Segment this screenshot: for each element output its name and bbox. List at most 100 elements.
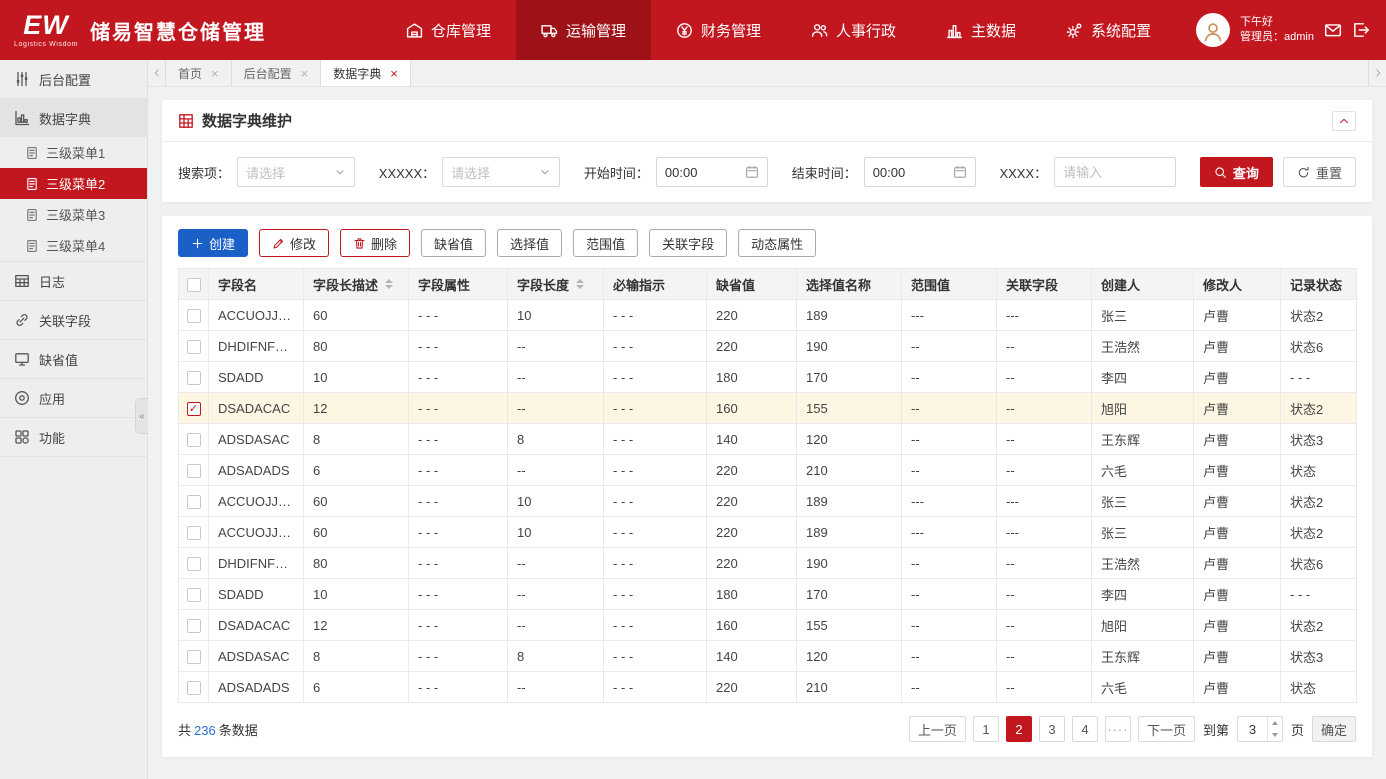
- row-checkbox[interactable]: [187, 340, 201, 354]
- table-row[interactable]: ADSADADS6- - ---- - -220210----六毛卢曹状态: [179, 455, 1357, 486]
- nav-item-0[interactable]: 仓库管理: [381, 0, 516, 60]
- sidebar-subitem-1-0[interactable]: 三级菜单1: [0, 137, 147, 168]
- sidebar-item-0[interactable]: 后台配置: [0, 60, 147, 98]
- page-button-4[interactable]: 4: [1072, 716, 1098, 742]
- table-row[interactable]: ADSADADS6- - ---- - -220210----六毛卢曹状态: [179, 672, 1357, 703]
- confirm-button[interactable]: 确定: [1312, 716, 1356, 742]
- related-field-button[interactable]: 关联字段: [649, 229, 727, 257]
- reset-button[interactable]: 重置: [1283, 157, 1356, 187]
- table-row[interactable]: ADSDASAC8- - -8- - -140120----王东辉卢曹状态3: [179, 641, 1357, 672]
- stepper-down-icon[interactable]: [1268, 729, 1282, 741]
- tabs-scroll-left-button[interactable]: [148, 60, 166, 86]
- col-length[interactable]: 字段长度: [508, 269, 604, 300]
- tabs-scroll-right-button[interactable]: [1368, 60, 1386, 86]
- create-button[interactable]: 创建: [178, 229, 248, 257]
- sort-icon[interactable]: [385, 279, 393, 289]
- range-value-button[interactable]: 范围值: [573, 229, 638, 257]
- tab-2[interactable]: 数据字典×: [321, 60, 411, 86]
- table-row[interactable]: DSADACAC12- - ---- - -160155----旭阳卢曹状态2: [179, 610, 1357, 641]
- sidebar-item-4[interactable]: 缺省值: [0, 340, 147, 378]
- delete-button[interactable]: 删除: [340, 229, 410, 257]
- masterdata-icon: [946, 22, 963, 39]
- column-label: 字段长度: [517, 275, 569, 294]
- tab-label: 后台配置: [244, 65, 292, 82]
- toolbar-button-label: 缺省值: [434, 234, 473, 253]
- stepper-up-icon[interactable]: [1268, 717, 1282, 729]
- sidebar-item-5[interactable]: 应用: [0, 379, 147, 417]
- panel-collapse-button[interactable]: [1332, 111, 1356, 131]
- avatar[interactable]: [1196, 13, 1230, 47]
- tab-1[interactable]: 后台配置 ×: [232, 60, 322, 86]
- sidebar-subitem-1-3[interactable]: 三级菜单4: [0, 230, 147, 261]
- sidebar-item-label: 日志: [39, 272, 65, 291]
- sidebar-item-3[interactable]: 关联字段: [0, 301, 147, 339]
- prev-page-button[interactable]: 上一页: [909, 716, 966, 742]
- tab-0[interactable]: 首页×: [166, 60, 232, 86]
- mail-icon[interactable]: [1324, 21, 1342, 39]
- sidebar-item-1[interactable]: 数据字典: [0, 99, 147, 137]
- row-checkbox[interactable]: [187, 557, 201, 571]
- sidebar-item-6[interactable]: 功能: [0, 418, 147, 456]
- cell-field_name: SDADD: [209, 579, 304, 610]
- row-checkbox[interactable]: [187, 588, 201, 602]
- xxxx-input[interactable]: [1054, 157, 1176, 187]
- sidebar-item-label: 关联字段: [39, 311, 91, 330]
- page-ellipsis[interactable]: ····: [1105, 716, 1131, 742]
- row-checkbox[interactable]: [187, 619, 201, 633]
- nav-item-3[interactable]: 人事行政: [786, 0, 921, 60]
- table-row[interactable]: ACCUOJJDJN60- - -10- - -220189------张三卢曹…: [179, 300, 1357, 331]
- page-button-1[interactable]: 1: [973, 716, 999, 742]
- cell-range_value: --: [902, 424, 997, 455]
- col-length_desc[interactable]: 字段长描述: [304, 269, 409, 300]
- table-row[interactable]: ADSDASAC8- - -8- - -140120----王东辉卢曹状态3: [179, 424, 1357, 455]
- row-checkbox[interactable]: [187, 495, 201, 509]
- table-row[interactable]: ACCUOJJDJN60- - -10- - -220189------张三卢曹…: [179, 486, 1357, 517]
- nav-item-4[interactable]: 主数据: [921, 0, 1041, 60]
- doc-icon: [25, 239, 39, 253]
- page-button-3[interactable]: 3: [1039, 716, 1065, 742]
- edit-button[interactable]: 修改: [259, 229, 329, 257]
- sidebar-collapse-handle[interactable]: «: [135, 398, 148, 434]
- search-select[interactable]: 请选择: [237, 157, 355, 187]
- nav-item-1[interactable]: 运输管理: [516, 0, 651, 60]
- sidebar-item-2[interactable]: 日志: [0, 262, 147, 300]
- nav-item-2[interactable]: 财务管理: [651, 0, 786, 60]
- default-value-button[interactable]: 缺省值: [421, 229, 486, 257]
- table-row[interactable]: DHDIFNFJJJ80- - ---- - -220190----王浩然卢曹状…: [179, 331, 1357, 362]
- row-checkbox[interactable]: [187, 526, 201, 540]
- select-value-button[interactable]: 选择值: [497, 229, 562, 257]
- end-time-input[interactable]: 00:00: [864, 157, 976, 187]
- tab-close-icon[interactable]: ×: [301, 67, 309, 80]
- row-checkbox[interactable]: [187, 433, 201, 447]
- row-checkbox[interactable]: [187, 650, 201, 664]
- cell-modifier: 卢曹: [1194, 641, 1281, 672]
- query-button[interactable]: 查询: [1200, 157, 1273, 187]
- table-row[interactable]: SDADD10- - ---- - -180170----李四卢曹- - -: [179, 579, 1357, 610]
- cell-required: - - -: [604, 393, 707, 424]
- table-row[interactable]: SDADD10- - ---- - -180170----李四卢曹- - -: [179, 362, 1357, 393]
- row-checkbox[interactable]: [187, 309, 201, 323]
- cell-creator: 旭阳: [1092, 610, 1194, 641]
- nav-item-5[interactable]: 系统配置: [1041, 0, 1176, 60]
- table-row[interactable]: DHDIFNFJJJ80- - ---- - -220190----王浩然卢曹状…: [179, 548, 1357, 579]
- start-time-input[interactable]: 00:00: [656, 157, 768, 187]
- row-checkbox[interactable]: ✓: [187, 402, 201, 416]
- table-row[interactable]: ACCUOJJDJN60- - -10- - -220189------张三卢曹…: [179, 517, 1357, 548]
- tab-close-icon[interactable]: ×: [211, 67, 219, 80]
- tab-close-icon[interactable]: ×: [390, 67, 398, 80]
- page-jump-stepper[interactable]: 3: [1237, 716, 1283, 742]
- select-all-checkbox[interactable]: [187, 278, 201, 292]
- sidebar-subitem-1-2[interactable]: 三级菜单3: [0, 199, 147, 230]
- row-checkbox[interactable]: [187, 681, 201, 695]
- logout-icon[interactable]: [1352, 21, 1370, 39]
- cell-field_name: DSADACAC: [209, 610, 304, 641]
- dynamic-attr-button[interactable]: 动态属性: [738, 229, 816, 257]
- sidebar-subitem-1-1[interactable]: 三级菜单2: [0, 168, 147, 199]
- xxxxx-select[interactable]: 请选择: [442, 157, 560, 187]
- next-page-button[interactable]: 下一页: [1138, 716, 1195, 742]
- sort-icon[interactable]: [576, 279, 584, 289]
- page-button-2[interactable]: 2: [1006, 716, 1032, 742]
- table-row[interactable]: ✓DSADACAC12- - ---- - -160155----旭阳卢曹状态2: [179, 393, 1357, 424]
- row-checkbox[interactable]: [187, 464, 201, 478]
- row-checkbox[interactable]: [187, 371, 201, 385]
